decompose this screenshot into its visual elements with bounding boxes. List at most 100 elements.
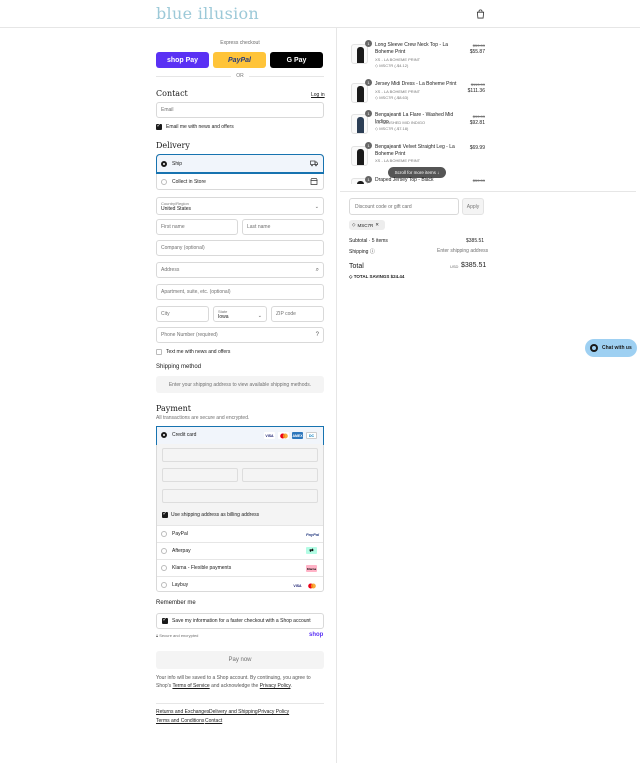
shop-pay-button[interactable]: shop Pay bbox=[156, 52, 209, 68]
email-news-checkbox[interactable] bbox=[156, 123, 162, 130]
afterpay-radio[interactable] bbox=[161, 548, 167, 554]
truck-icon bbox=[310, 160, 318, 167]
company-field[interactable]: Company (optional) bbox=[156, 240, 324, 256]
total-value: $385.51 bbox=[461, 262, 487, 269]
payment-option-afterpay[interactable]: Afterpay ⇄ bbox=[157, 542, 323, 559]
payment-option-klarna[interactable]: Klarna - Flexible payments Klarna bbox=[157, 559, 323, 576]
search-icon: ⌕ bbox=[315, 267, 319, 273]
legal-and: and acknowledge the bbox=[211, 683, 259, 689]
item-variant: XS - LA BOHEME PRINT bbox=[375, 89, 421, 94]
first-name-field[interactable]: First name bbox=[156, 219, 238, 235]
savings-value: $24.44 bbox=[390, 274, 405, 279]
legal-period: . bbox=[290, 683, 292, 689]
terms-of-service-link[interactable]: Terms of Service bbox=[172, 683, 209, 689]
privacy-policy-link[interactable]: Privacy Policy bbox=[260, 683, 291, 689]
footer-link-contact[interactable]: Contact bbox=[205, 718, 222, 724]
tag-icon: ◇ bbox=[375, 126, 379, 131]
or-divider: OR bbox=[156, 73, 324, 79]
text-news-checkbox[interactable] bbox=[156, 349, 162, 355]
footer-link-privacy[interactable]: Privacy Policy bbox=[258, 709, 289, 715]
last-name-field[interactable]: Last name bbox=[242, 219, 324, 235]
klarna-radio[interactable] bbox=[161, 565, 167, 571]
help-icon[interactable]: ⓘ bbox=[370, 249, 375, 255]
item-variant: XS - LA BOHEME PRINT bbox=[375, 57, 421, 62]
shopping-bag-icon[interactable] bbox=[476, 9, 485, 19]
chevron-down-icon: ⌄ bbox=[257, 313, 262, 319]
laybuy-label: Laybuy bbox=[172, 582, 189, 588]
afterpay-icon: ⇄ bbox=[306, 547, 317, 554]
apply-button[interactable]: Apply bbox=[462, 198, 484, 215]
brand-logo[interactable]: blue illusion bbox=[156, 4, 259, 23]
tag-icon: ◇ bbox=[375, 63, 379, 68]
card-expiry-field[interactable] bbox=[162, 468, 238, 482]
address-field[interactable]: Address ⌕ bbox=[156, 262, 324, 278]
delivery-option-collect[interactable]: Collect in Store bbox=[157, 173, 323, 190]
quantity-badge: 1 bbox=[365, 110, 372, 117]
address-placeholder: Address bbox=[161, 267, 180, 273]
google-pay-button[interactable]: G Pay bbox=[270, 52, 323, 68]
phone-placeholder: Phone Number (required) bbox=[161, 332, 218, 338]
payment-subtitle: All transactions are secure and encrypte… bbox=[156, 415, 250, 421]
shop-logo: shop bbox=[309, 632, 324, 638]
product-thumbnail bbox=[351, 146, 368, 166]
card-number-field[interactable] bbox=[162, 448, 318, 462]
footer-link-delivery[interactable]: Delivery and Shipping bbox=[209, 709, 258, 715]
billing-checkbox[interactable] bbox=[162, 511, 168, 518]
close-icon[interactable]: ✕ bbox=[375, 222, 379, 228]
payment-option-credit-card[interactable]: Credit card VISA AMEX DC bbox=[156, 426, 324, 445]
paypal-button[interactable]: PayPal bbox=[213, 52, 266, 68]
order-item: 1 Jersey Midi Dress - La Boheme Print XS… bbox=[349, 79, 485, 105]
state-select[interactable]: State Iowa ⌄ bbox=[213, 306, 267, 322]
amex-icon: AMEX bbox=[292, 432, 303, 439]
product-thumbnail bbox=[351, 114, 368, 134]
state-value: Iowa bbox=[218, 313, 229, 320]
footer-link-returns[interactable]: Returns and Exchanges bbox=[156, 709, 209, 715]
klarna-label: Klarna - Flexible payments bbox=[172, 565, 232, 571]
zip-field[interactable]: ZIP code bbox=[271, 306, 324, 322]
payment-option-paypal[interactable]: PayPal PayPal bbox=[157, 525, 323, 542]
item-price: $69.99 bbox=[469, 145, 485, 151]
order-summary-panel bbox=[336, 28, 640, 763]
phone-field[interactable]: Phone Number (required) ? bbox=[156, 327, 324, 343]
country-value: United States bbox=[161, 205, 192, 212]
order-item: 1 Bengajeanti La Flare - Washed Mid Indi… bbox=[349, 110, 485, 136]
contact-title: Contact bbox=[156, 89, 188, 98]
item-price: $92.81 bbox=[469, 120, 485, 126]
laybuy-radio[interactable] bbox=[161, 582, 167, 588]
card-cvc-field[interactable] bbox=[242, 468, 318, 482]
item-discount-text: MSC7R (-$7.18) bbox=[379, 126, 409, 131]
payment-option-laybuy[interactable]: Laybuy VISA bbox=[157, 576, 323, 593]
item-name: Bengajeanti Velvet Straight Leg - La Boh… bbox=[375, 144, 455, 157]
paypal-radio[interactable] bbox=[161, 531, 167, 537]
item-discount: ◇ MSC7R (-$8.63) bbox=[375, 95, 408, 100]
login-link[interactable]: Log in bbox=[311, 92, 325, 98]
visa-icon: VISA bbox=[264, 432, 275, 439]
chat-widget-button[interactable]: Chat with us bbox=[585, 339, 637, 357]
card-name-field[interactable] bbox=[162, 489, 318, 503]
save-info-checkbox[interactable] bbox=[162, 617, 168, 624]
item-discount-text: MSC7R (-$4.12) bbox=[379, 63, 409, 68]
footer-link-terms[interactable]: Terms and Conditions bbox=[156, 718, 204, 724]
apartment-field[interactable]: Apartment, suite, etc. (optional) bbox=[156, 284, 324, 300]
mastercard-icon bbox=[278, 432, 289, 439]
summary-divider bbox=[340, 191, 636, 192]
pay-now-button[interactable]: Pay now bbox=[156, 651, 324, 669]
city-field[interactable]: City bbox=[156, 306, 209, 322]
payment-title: Payment bbox=[156, 404, 191, 413]
order-item: 1 Long Sleeve Crew Neck Top - La Boheme … bbox=[349, 40, 485, 70]
help-icon[interactable]: ? bbox=[316, 332, 319, 338]
credit-card-radio[interactable] bbox=[161, 432, 167, 438]
country-select[interactable]: Country/Region United States ⌄ bbox=[156, 197, 324, 215]
collect-radio[interactable] bbox=[161, 179, 167, 185]
email-field[interactable]: Email bbox=[156, 102, 324, 118]
delivery-option-ship[interactable]: Ship bbox=[156, 154, 324, 174]
ship-label: Ship bbox=[172, 161, 183, 167]
shipping-label: Shipping ⓘ bbox=[349, 248, 375, 255]
tag-icon: ◇ bbox=[375, 95, 379, 100]
discount-code-field[interactable]: Discount code or gift card bbox=[349, 198, 459, 215]
arrow-down-icon: ↓ bbox=[437, 170, 440, 175]
legal-text: Your info will be saved to a Shop accoun… bbox=[156, 674, 324, 690]
ship-radio[interactable] bbox=[161, 161, 167, 167]
email-placeholder: Email bbox=[161, 107, 174, 113]
discount-code-text: MSC7R bbox=[357, 222, 374, 228]
